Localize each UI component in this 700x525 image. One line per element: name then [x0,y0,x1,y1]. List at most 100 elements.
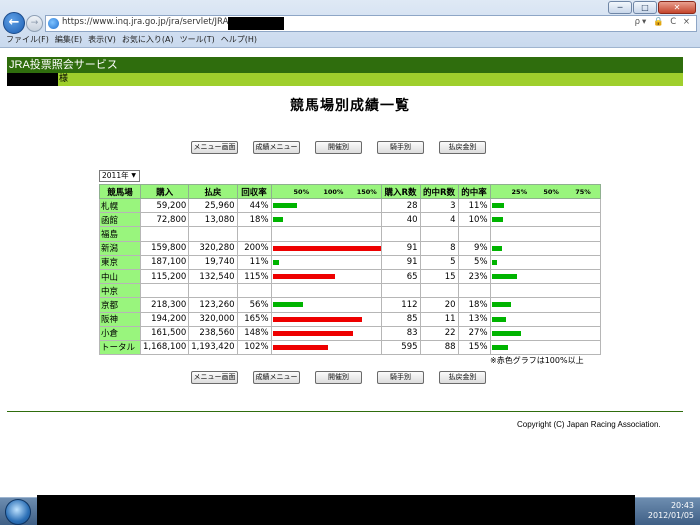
hit-rate-cell: 23% [457,268,491,285]
payout-cell: 320,000 [188,311,238,327]
nav-buttons-top: メニュー画面 成績メニュー 開催別 騎手別 払戻金別 [191,141,486,154]
window-controls: ─ □ ✕ [608,1,696,14]
rate-bar-cell [270,283,382,299]
menu-favorites[interactable]: お気に入り(A) [122,33,174,47]
taskbar-clock[interactable]: 20:43 2012/01/05 [648,501,694,521]
hit-bar [491,259,497,265]
menu-screen-button[interactable]: メニュー画面 [191,141,238,154]
service-header-bar: JRA投票照会サービス [7,57,683,73]
hit-bar [491,203,504,209]
payout-cell: 13,080 [188,212,238,228]
table-row: 札幌 59,200 25,960 44% 28 3 11% [99,197,601,214]
table-row: 函館 72,800 13,080 18% 40 4 10% [99,212,601,228]
venue-cell: 福島 [99,226,141,242]
by-payout-button[interactable]: 払戻金別 [439,371,486,384]
hit-bar-cell [489,240,601,256]
table-row: 阪神 194,200 320,000 165% 85 11 13% [99,311,601,327]
table-row: 中山 115,200 132,540 115% 65 15 23% [99,268,601,285]
hits-cell: 88 [419,339,459,356]
close-window-button[interactable]: ✕ [658,1,696,14]
menu-screen-button[interactable]: メニュー画面 [191,371,238,384]
address-tools[interactable]: ρ▾ 🔒 C × [635,17,692,27]
start-button[interactable] [5,499,31,525]
rate-bar-cell [270,297,382,313]
rate-cell: 200% [236,240,272,256]
rate-cell: 165% [236,311,272,327]
results-menu-button[interactable]: 成績メニュー [253,371,300,384]
venue-cell: 函館 [99,212,141,228]
nav-buttons-bottom: メニュー画面 成績メニュー 開催別 騎手別 払戻金別 [191,371,486,384]
venue-cell: 京都 [99,297,141,313]
menu-tools[interactable]: ツール(T) [180,33,215,47]
rate-cell: 115% [236,268,272,285]
hit-bar-cell [489,226,601,242]
rate-cell: 148% [236,325,272,341]
hit-rate-cell: 9% [457,240,491,256]
payout-cell: 123,260 [188,297,238,313]
payout-cell: 25,960 [188,197,238,214]
rate-bar-cell [270,268,382,285]
hit-rate-cell [457,283,491,299]
menu-file[interactable]: ファイル(F) [6,33,49,47]
rate-bar [272,316,362,322]
menu-bar: ファイル(F) 編集(E) 表示(V) お気に入り(A) ツール(T) ヘルプ(… [0,33,700,47]
hit-bar-cell [489,325,601,341]
hit-rate-cell [457,226,491,242]
user-bar: 様 [7,73,683,86]
forward-arrow-icon[interactable]: → [26,15,43,32]
races-cell: 595 [380,339,421,356]
venue-cell: 東京 [99,254,141,270]
payout-cell [188,283,238,299]
rate-bar-cell [270,212,382,228]
by-payout-button[interactable]: 払戻金別 [439,141,486,154]
venue-cell: 中山 [99,268,141,285]
races-cell: 65 [380,268,421,285]
results-menu-button[interactable]: 成績メニュー [253,141,300,154]
rate-bar [272,302,303,308]
address-bar[interactable]: https://www.inq.jra.go.jp/jra/servlet/JR… [45,15,697,32]
rate-bar [272,245,381,251]
rate-cell: 18% [236,212,272,228]
by-meeting-button[interactable]: 開催別 [315,371,362,384]
rate-cell: 102% [236,339,272,356]
rate-cell: 44% [236,197,272,214]
maximize-button[interactable]: □ [633,1,657,14]
menu-view[interactable]: 表示(V) [88,33,116,47]
payout-cell [188,226,238,242]
buy-cell: 72,800 [139,212,190,228]
rate-bar [272,330,353,336]
races-cell [380,226,421,242]
payout-cell: 320,280 [188,240,238,256]
hit-bar [491,245,502,251]
header-payout: 払戻 [188,184,238,199]
by-jockey-button[interactable]: 騎手別 [377,371,424,384]
year-select[interactable]: 2011年 ▼ [99,170,140,182]
header-rate-scale: 50% 100% 150% [270,184,382,199]
rate-bar-cell [270,339,382,356]
hit-scale-50: 50% [543,187,559,196]
header-races: 購入R数 [380,184,421,199]
payout-cell: 1,193,420 [188,339,238,356]
hit-bar [491,316,506,322]
chevron-down-icon: ▼ [131,172,136,179]
table-row: 京都 218,300 123,260 56% 112 20 18% [99,297,601,313]
hit-rate-cell: 11% [457,197,491,214]
hit-rate-cell: 13% [457,311,491,327]
hit-bar-cell [489,268,601,285]
hit-rate-cell: 18% [457,297,491,313]
back-arrow-icon[interactable]: ← [3,12,25,34]
hit-bar-cell [489,197,601,214]
hit-rate-cell: 15% [457,339,491,356]
page-title: 競馬場別成績一覧 [290,98,410,114]
menu-edit[interactable]: 編集(E) [55,33,82,47]
rate-bar-cell [270,311,382,327]
by-jockey-button[interactable]: 騎手別 [377,141,424,154]
ie-site-icon [48,18,59,29]
payout-cell: 132,540 [188,268,238,285]
hit-bar-cell [489,283,601,299]
url-text[interactable]: https://www.inq.jra.go.jp/jra/servlet/JR… [62,17,228,27]
minimize-button[interactable]: ─ [608,1,632,14]
by-meeting-button[interactable]: 開催別 [315,141,362,154]
rate-bar-cell [270,325,382,341]
menu-help[interactable]: ヘルプ(H) [221,33,257,47]
